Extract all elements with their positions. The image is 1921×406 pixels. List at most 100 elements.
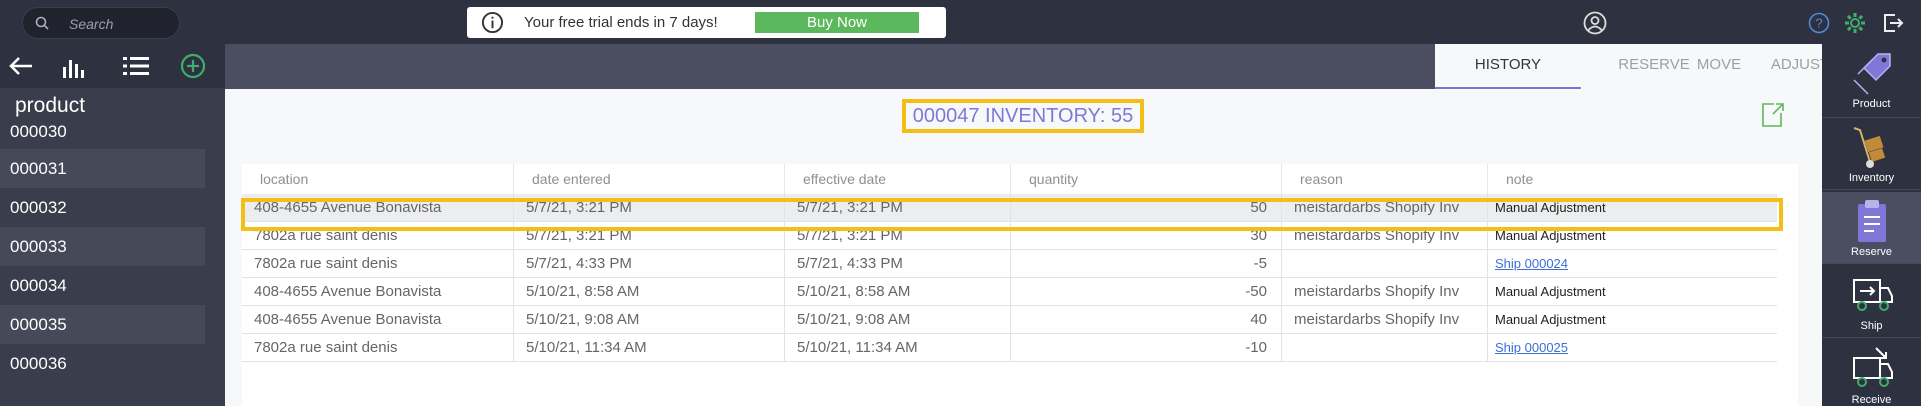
cell-note: Manual Adjustment xyxy=(1487,278,1777,306)
receive-truck-icon xyxy=(1853,347,1893,387)
cell-note: Ship 000025 xyxy=(1487,334,1777,362)
column-header[interactable]: date entered xyxy=(513,164,784,194)
cell-date-entered: 5/10/21, 11:34 AM xyxy=(513,334,784,362)
cell-location: 408-4655 Avenue Bonavista xyxy=(254,283,442,300)
cell-quantity: 40 xyxy=(1010,306,1281,334)
buy-now-button[interactable]: Buy Now xyxy=(755,12,919,33)
cell-effective-date: 5/10/21, 8:58 AM xyxy=(784,278,1010,306)
cell-note: Ship 000024 xyxy=(1487,250,1777,278)
search-input[interactable] xyxy=(69,14,169,34)
cell-location: 7802a rue saint denis xyxy=(254,227,398,244)
cell-location: 408-4655 Avenue Bonavista xyxy=(254,311,442,328)
right-nav: Product Inventory Reserve Ship Receive xyxy=(1822,44,1921,406)
column-header[interactable]: reason xyxy=(1281,164,1487,194)
logout-icon[interactable] xyxy=(1881,11,1905,35)
list-item[interactable]: 000030 xyxy=(0,121,205,149)
list-icon[interactable] xyxy=(122,54,150,78)
tab-history[interactable]: HISTORY xyxy=(1435,44,1581,89)
column-header[interactable]: quantity xyxy=(1010,164,1281,194)
shipment-link[interactable]: Ship 000025 xyxy=(1495,340,1568,355)
cell-effective-date: 5/10/21, 9:08 AM xyxy=(784,306,1010,334)
user-account-icon[interactable] xyxy=(1583,11,1607,35)
search-box[interactable] xyxy=(22,7,180,39)
cell-note: Manual Adjustment xyxy=(1487,306,1777,334)
cell-date-entered: 5/7/21, 4:33 PM xyxy=(513,250,784,278)
list-item[interactable]: 000034 xyxy=(0,266,205,305)
export-icon[interactable] xyxy=(1761,102,1785,128)
sidebar-toolbar xyxy=(0,44,225,88)
delivery-truck-icon xyxy=(1853,279,1893,311)
cell-effective-date: 5/7/21, 4:33 PM xyxy=(784,250,1010,278)
cell-note: Manual Adjustment xyxy=(1487,194,1777,222)
bar-chart-icon[interactable] xyxy=(60,54,86,80)
info-icon xyxy=(481,11,504,34)
list-item[interactable]: 000032 xyxy=(0,188,205,227)
list-item[interactable]: 000036 xyxy=(0,344,205,383)
list-item[interactable]: 000031 xyxy=(0,149,205,188)
column-header[interactable]: note xyxy=(1487,164,1798,194)
cell-date-entered: 5/7/21, 3:21 PM xyxy=(513,222,784,250)
nav-reserve[interactable]: Reserve xyxy=(1822,192,1921,264)
table-header: location date entered effective date qua… xyxy=(242,164,1798,194)
cell-reason xyxy=(1281,334,1487,362)
cell-note: Manual Adjustment xyxy=(1487,222,1777,250)
cell-effective-date: 5/7/21, 3:21 PM xyxy=(784,222,1010,250)
trial-banner: Your free trial ends in 7 days! Buy Now xyxy=(467,7,946,38)
hand-truck-icon xyxy=(1853,127,1886,168)
cell-date-entered: 5/10/21, 9:08 AM xyxy=(513,306,784,334)
cell-quantity: 50 xyxy=(1010,194,1281,222)
add-circle-icon[interactable] xyxy=(180,53,206,79)
nav-receive[interactable]: Receive xyxy=(1822,340,1921,406)
shipment-link[interactable]: Ship 000024 xyxy=(1495,256,1568,271)
table-row[interactable]: 408-4655 Avenue Bonavista 5/7/21, 3:21 PM… xyxy=(242,194,1777,222)
table-row[interactable]: 7802a rue saint denis 5/7/21, 4:33 PM 5/7/… xyxy=(242,250,1777,278)
svg-text:?: ? xyxy=(1815,16,1822,31)
cell-reason: meistardarbs Shopify Inv xyxy=(1281,222,1487,250)
trial-message: Your free trial ends in 7 days! xyxy=(524,14,718,31)
nav-label: Product xyxy=(1852,98,1891,110)
cell-effective-date: 5/10/21, 11:34 AM xyxy=(784,334,1010,362)
nav-label: Reserve xyxy=(1851,246,1892,258)
cell-location: 408-4655 Avenue Bonavista xyxy=(254,199,442,216)
tab-bar: HISTORY RESERVE ADJUST xyxy=(225,44,1829,89)
table-row[interactable]: 7802a rue saint denis 5/7/21, 3:21 PM 5/7/… xyxy=(242,222,1777,250)
cell-quantity: 30 xyxy=(1010,222,1281,250)
nav-product[interactable]: Product xyxy=(1822,44,1921,118)
tab-move[interactable]: MOVE xyxy=(1646,44,1792,89)
nav-label: Receive xyxy=(1851,394,1892,406)
cell-reason: meistardarbs Shopify Inv xyxy=(1281,194,1487,222)
tag-icon xyxy=(1853,53,1891,95)
cell-quantity: -10 xyxy=(1010,334,1281,362)
cell-quantity: -50 xyxy=(1010,278,1281,306)
cell-date-entered: 5/10/21, 8:58 AM xyxy=(513,278,784,306)
column-header[interactable]: location xyxy=(242,164,513,194)
settings-gear-icon[interactable] xyxy=(1843,11,1867,35)
history-table: location date entered effective date qua… xyxy=(242,164,1798,406)
cell-reason: meistardarbs Shopify Inv xyxy=(1281,306,1487,334)
inventory-title: 000047 INVENTORY: 55 xyxy=(902,99,1144,133)
list-item[interactable]: 000033 xyxy=(0,227,205,266)
nav-inventory[interactable]: Inventory xyxy=(1822,118,1921,190)
cell-location: 7802a rue saint denis xyxy=(254,339,398,356)
cell-date-entered: 5/7/21, 3:21 PM xyxy=(513,194,784,222)
clipboard-icon xyxy=(1858,200,1886,242)
column-header[interactable]: effective date xyxy=(784,164,1010,194)
product-list: 000030 000031 000032 000033 000034 00003… xyxy=(0,121,205,383)
list-item[interactable]: 000035 xyxy=(0,305,205,344)
help-icon[interactable]: ? xyxy=(1808,12,1830,34)
table-row[interactable]: 408-4655 Avenue Bonavista 5/10/21, 8:58 A… xyxy=(242,278,1777,306)
table-row[interactable]: 7802a rue saint denis 5/10/21, 11:34 AM 5/… xyxy=(242,334,1777,362)
cell-effective-date: 5/7/21, 3:21 PM xyxy=(784,194,1010,222)
left-sidebar: product 000030 000031 000032 000033 0000… xyxy=(0,44,225,406)
table-row[interactable]: 408-4655 Avenue Bonavista 5/10/21, 9:08 A… xyxy=(242,306,1777,334)
top-bar: Your free trial ends in 7 days! Buy Now … xyxy=(0,0,1921,44)
nav-label: Inventory xyxy=(1848,172,1895,184)
cell-quantity: -5 xyxy=(1010,250,1281,278)
cell-reason xyxy=(1281,250,1487,278)
back-arrow-icon[interactable] xyxy=(8,54,34,78)
nav-label: Ship xyxy=(1860,320,1883,332)
cell-reason: meistardarbs Shopify Inv xyxy=(1281,278,1487,306)
sidebar-heading: product xyxy=(15,94,86,117)
main-content: 000047 INVENTORY: 55 location date enter… xyxy=(225,89,1822,406)
nav-ship[interactable]: Ship xyxy=(1822,266,1921,338)
